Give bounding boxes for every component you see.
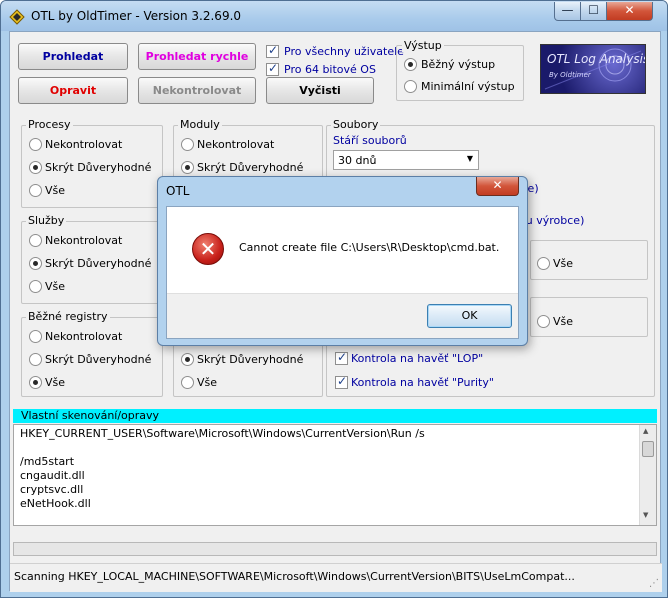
registry-hide-trusted-label: Skrýt Důveryhodné: [45, 353, 152, 366]
os64-label: Pro 64 bitové OS: [284, 63, 376, 76]
services-hide-trusted-label: Skrýt Důveryhodné: [45, 257, 152, 270]
modules-no-check-radio[interactable]: [181, 138, 194, 151]
modules-no-check-label: Nekontrolovat: [197, 138, 275, 151]
processes-all-radio[interactable]: [29, 184, 42, 197]
registry-no-check-label: Nekontrolovat: [45, 330, 123, 343]
custom-line: /md5start: [20, 455, 75, 468]
dialog-body: ✕ Cannot create file C:\Users\R\Desktop\…: [166, 206, 519, 339]
output-group-title: Výstup: [402, 39, 444, 52]
ok-button[interactable]: OK: [427, 304, 512, 328]
minimize-button[interactable]: —: [554, 2, 581, 21]
output-normal-radio[interactable]: [404, 58, 417, 71]
services-title: Služby: [26, 214, 67, 227]
resize-grip-icon[interactable]: ⋰: [649, 578, 659, 589]
drivers-hide-trusted-label: Skrýt Důveryhodné: [197, 353, 304, 366]
custom-line: cryptsvc.dll: [20, 483, 84, 496]
scroll-thumb[interactable]: [642, 441, 654, 457]
status-text: Scanning HKEY_LOCAL_MACHINE\SOFTWARE\Mic…: [14, 570, 575, 583]
custom-line: eNetHook.dll: [20, 497, 91, 510]
custom-scan-lines: HKEY_CURRENT_USER\Software\Microsoft\Win…: [20, 427, 425, 511]
processes-hide-trusted-label: Skrýt Důveryhodné: [45, 161, 152, 174]
dialog-message: Cannot create file C:\Users\R\Desktop\cm…: [239, 241, 500, 254]
modules-title: Moduly: [178, 118, 222, 131]
registry-title: Běžné registry: [26, 310, 110, 323]
registry-no-check-radio[interactable]: [29, 330, 42, 343]
os64-checkbox[interactable]: [266, 61, 279, 76]
file-age-select[interactable]: 30 dnů ▼: [333, 150, 479, 170]
dialog-close-button[interactable]: ✕: [476, 177, 519, 196]
custom-line: cngaudit.dll: [20, 469, 85, 482]
files-all-label-2: Vše: [553, 315, 574, 328]
purity-label: Kontrola na havěť "Purity": [351, 376, 494, 389]
app-icon: [9, 9, 25, 25]
files-title: Soubory: [331, 118, 381, 131]
custom-scan-header: Vlastní skenování/opravy: [13, 409, 657, 423]
lop-checkbox[interactable]: [335, 350, 348, 365]
close-button[interactable]: ✕: [606, 2, 653, 21]
processes-no-check-label: Nekontrolovat: [45, 138, 123, 151]
all-users-checkbox[interactable]: [266, 43, 279, 58]
registry-all-label: Vše: [45, 376, 66, 389]
output-minimal-radio[interactable]: [404, 80, 417, 93]
registry-hide-trusted-radio[interactable]: [29, 353, 42, 366]
logo-subtitle: By Oldtimer: [549, 71, 591, 79]
custom-line: HKEY_CURRENT_USER\Software\Microsoft\Win…: [20, 427, 425, 440]
modules-hide-trusted-radio[interactable]: [181, 161, 194, 174]
registry-all-radio[interactable]: [29, 376, 42, 389]
drivers-all-radio[interactable]: [181, 376, 194, 389]
services-all-radio[interactable]: [29, 280, 42, 293]
output-minimal-label: Minimální výstup: [421, 80, 515, 93]
services-hide-trusted-radio[interactable]: [29, 257, 42, 270]
purity-checkbox[interactable]: [335, 374, 348, 389]
status-bar: Scanning HKEY_LOCAL_MACHINE\SOFTWARE\Mic…: [10, 563, 662, 592]
fix-button[interactable]: Opravit: [18, 77, 128, 104]
file-age-label: Stáří souborů: [333, 134, 407, 147]
progress-bar: [13, 542, 657, 556]
output-normal-label: Běžný výstup: [421, 58, 496, 71]
dialog-title: OTL: [166, 184, 190, 198]
quick-scan-button[interactable]: Prohledat rychle: [138, 43, 256, 70]
processes-title: Procesy: [26, 118, 73, 131]
clean-button[interactable]: Vyčisti: [266, 77, 374, 104]
scroll-up-icon[interactable]: ▲: [643, 427, 648, 435]
services-all-label: Vše: [45, 280, 66, 293]
otl-logo: OTL Log Analysis By Oldtimer: [540, 44, 646, 94]
files-all-radio-1[interactable]: [537, 257, 550, 270]
file-age-value: 30 dnů: [338, 154, 377, 167]
modules-hide-trusted-label: Skrýt Důveryhodné: [197, 161, 304, 174]
drivers-all-label: Vše: [197, 376, 218, 389]
no-check-button[interactable]: Nekontrolovat: [138, 77, 256, 104]
files-all-label-1: Vše: [553, 257, 574, 270]
processes-hide-trusted-radio[interactable]: [29, 161, 42, 174]
processes-all-label: Vše: [45, 184, 66, 197]
dialog-footer: OK: [167, 293, 518, 338]
services-no-check-radio[interactable]: [29, 234, 42, 247]
error-icon: ✕: [192, 233, 224, 265]
processes-no-check-radio[interactable]: [29, 138, 42, 151]
vertical-scrollbar[interactable]: ▲ ▼: [639, 425, 656, 525]
services-no-check-label: Nekontrolovat: [45, 234, 123, 247]
scroll-down-icon[interactable]: ▼: [643, 511, 648, 519]
chevron-down-icon: ▼: [466, 154, 473, 163]
scan-button[interactable]: Prohledat: [18, 43, 128, 70]
all-users-label: Pro všechny uživatele: [284, 45, 404, 58]
maximize-button[interactable]: ☐: [580, 2, 607, 21]
logo-title: OTL Log Analysis: [547, 52, 646, 66]
custom-line: [20, 441, 425, 455]
custom-scan-textarea[interactable]: HKEY_CURRENT_USER\Software\Microsoft\Win…: [13, 424, 657, 526]
drivers-hide-trusted-radio[interactable]: [181, 353, 194, 366]
error-dialog: OTL ✕ ✕ Cannot create file C:\Users\R\De…: [157, 176, 528, 346]
window-title: OTL by OldTimer - Version 3.2.69.0: [31, 9, 242, 23]
lop-label: Kontrola na havěť "LOP": [351, 352, 484, 365]
title-bar[interactable]: OTL by OldTimer - Version 3.2.69.0 — ☐ ✕: [1, 1, 667, 31]
files-all-radio-2[interactable]: [537, 315, 550, 328]
